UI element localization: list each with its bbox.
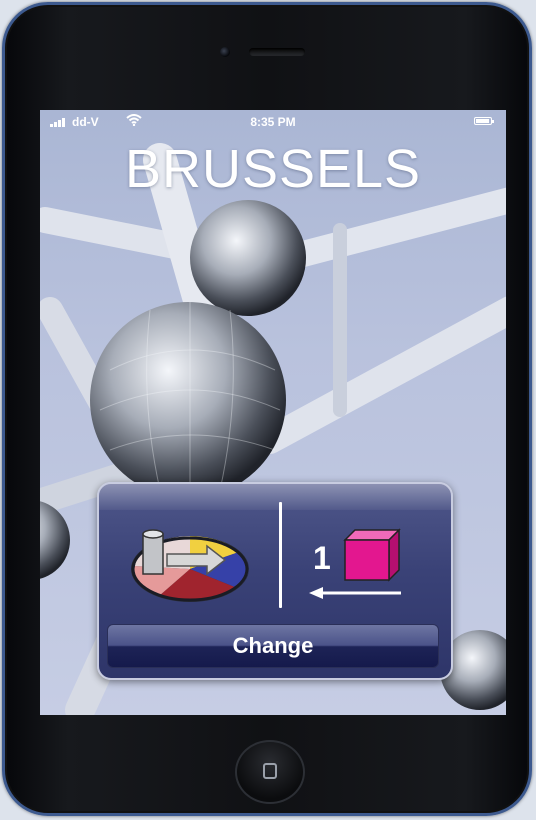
battery-level (476, 119, 489, 123)
front-camera (220, 47, 230, 57)
battery-icon (474, 117, 494, 125)
status-time: 8:35 PM (250, 115, 296, 129)
pie-cylinder-arrow-icon[interactable] (129, 526, 251, 604)
screen: dd-V 8:35 PM BRUSSELS 1 Change (40, 110, 506, 715)
left-arrow-icon (309, 587, 401, 599)
phone-frame: dd-V 8:35 PM BRUSSELS 1 Change (2, 2, 532, 816)
city-title: BRUSSELS (124, 139, 422, 199)
home-button[interactable] (235, 740, 305, 804)
home-square-icon (263, 763, 277, 779)
panel-gloss (99, 484, 451, 510)
quantity-count: 1 (313, 540, 331, 576)
info-panel: 1 Change (97, 482, 453, 680)
earpiece-speaker (249, 48, 305, 56)
change-button[interactable]: Change (107, 624, 439, 668)
panel-divider (279, 502, 282, 608)
status-bar: dd-V 8:35 PM (40, 110, 506, 132)
magenta-cube-icon[interactable] (343, 528, 401, 582)
